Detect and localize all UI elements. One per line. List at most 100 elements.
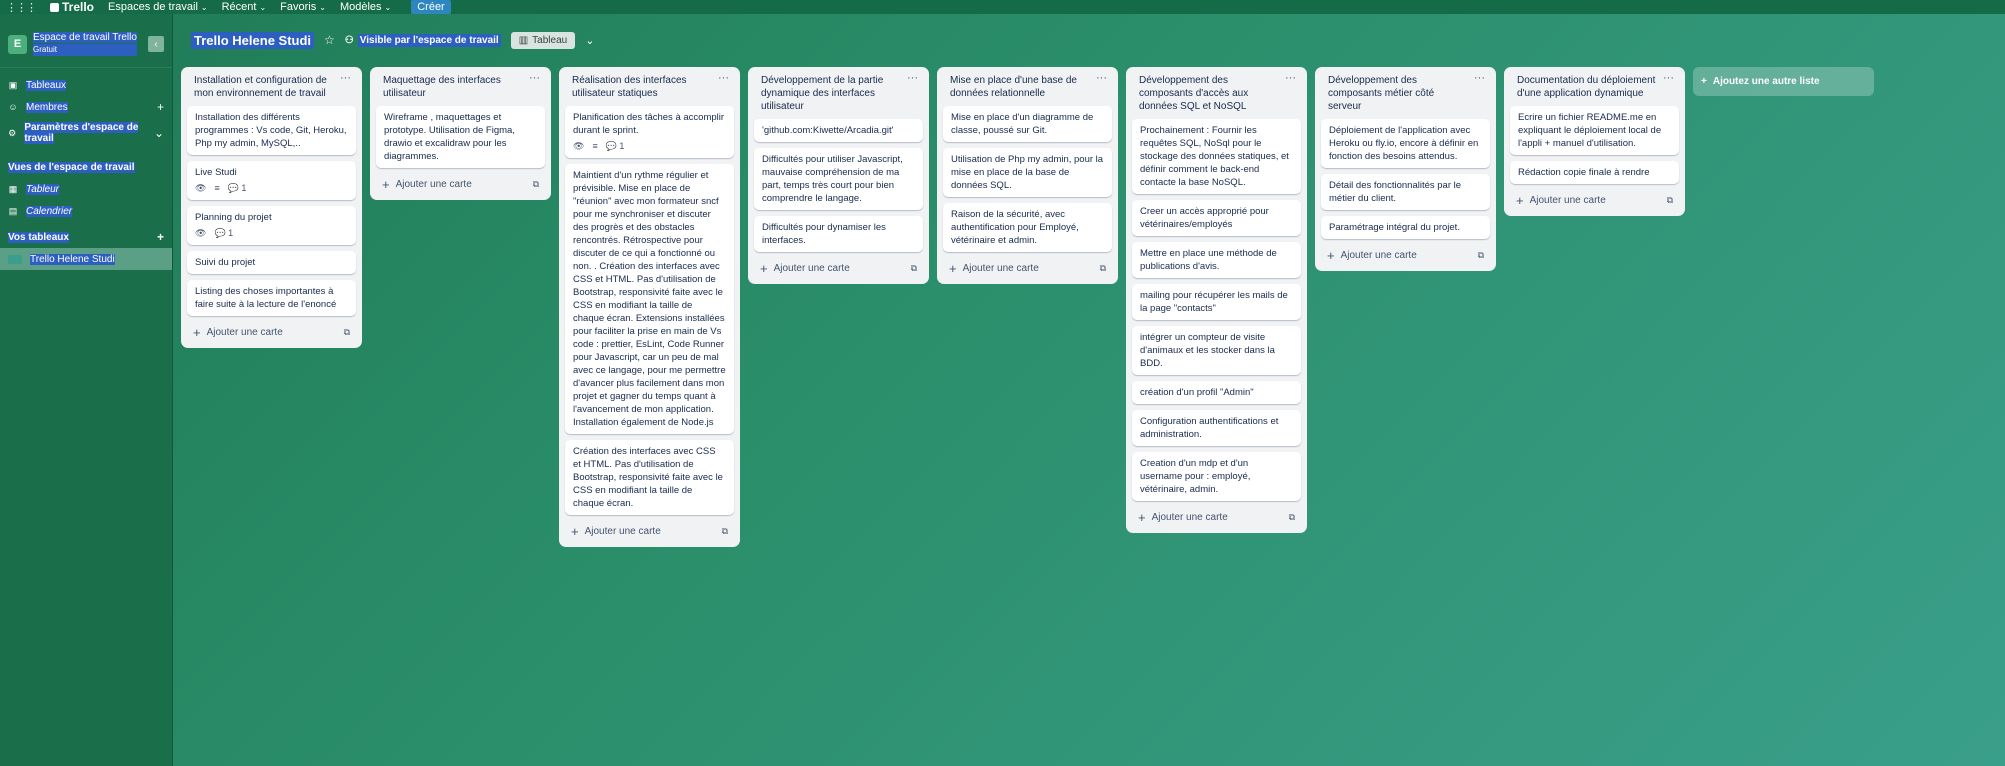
calendar-icon: ▤ [8,205,18,216]
card[interactable]: Maintient d'un rythme régulier et prévis… [565,164,734,434]
top-nav: ⋮⋮⋮ Trello Espaces de travail ⌄ Récent ⌄ F… [0,0,2005,14]
template-icon[interactable]: ⧉ [533,179,539,190]
chevron-down-icon[interactable]: ⌄ [585,34,594,47]
card[interactable]: Wireframe , maquettages et prototype. Ut… [376,106,545,168]
chevron-down-icon[interactable]: ⌄ [154,126,164,140]
add-member-icon[interactable]: + [157,100,164,114]
list-menu-icon[interactable]: ··· [718,73,729,84]
card[interactable]: Création des interfaces avec CSS et HTML… [565,440,734,515]
menu-templates[interactable]: Modèles ⌄ [340,1,391,13]
list-menu-icon[interactable]: ··· [1474,73,1485,84]
add-card-button[interactable]: + Ajouter une carte ⧉ [1132,507,1301,527]
card-text: Wireframe , maquettages et prototype. Ut… [384,112,515,162]
card[interactable]: Difficultés pour utiliser Javascript, ma… [754,148,923,210]
list-title[interactable]: Mise en place d'une base de données rela… [950,74,1092,100]
add-card-button[interactable]: + Ajouter une carte ⧉ [943,258,1112,278]
add-card-button[interactable]: + Ajouter une carte ⧉ [565,521,734,541]
list-title[interactable]: Développement des composants métier côté… [1328,74,1470,113]
list-column[interactable]: Mise en place d'une base de données rela… [937,67,1118,284]
sidebar-item-calendar[interactable]: ▤ Calendrier [0,200,172,222]
card[interactable]: mailing pour récupérer les mails de la p… [1132,284,1301,320]
add-list-button[interactable]: + Ajoutez une autre liste [1693,67,1874,96]
card[interactable]: Planification des tâches à accomplir dur… [565,106,734,158]
card[interactable]: Live Studi 👁 ≡ 💬 1 [187,161,356,200]
card[interactable]: Creation d'un mdp et d'un username pour … [1132,452,1301,501]
add-card-button[interactable]: + Ajouter une carte ⧉ [376,174,545,194]
list-title[interactable]: Documentation du déploiement d'une appli… [1517,74,1659,100]
plus-icon: + [1516,193,1524,208]
list-menu-icon[interactable]: ··· [907,73,918,84]
card[interactable]: Listing des choses importantes à faire s… [187,280,356,316]
visibility-button[interactable]: ⚇ Visible par l'espace de travail [345,33,501,47]
list-header: Mise en place d'une base de données rela… [943,73,1112,106]
add-card-button[interactable]: + Ajouter une carte ⧉ [1321,245,1490,265]
list-title[interactable]: Installation et configuration de mon env… [194,74,336,100]
list-title[interactable]: Développement des composants d'accès aux… [1139,74,1281,113]
list-title[interactable]: Réalisation des interfaces utilisateur s… [572,74,714,100]
list-menu-icon[interactable]: ··· [1096,73,1107,84]
sidebar-board-trello-helene-studi[interactable]: Trello Helene Studi [0,248,172,270]
card[interactable]: Difficultés pour dynamiser les interface… [754,216,923,252]
list-header: Documentation du déploiement d'une appli… [1510,73,1679,106]
card[interactable]: création d'un profil "Admin" [1132,381,1301,404]
app-switcher-icon[interactable]: ⋮⋮⋮ [6,1,37,14]
card[interactable]: Raison de la sécurité, avec authentifica… [943,203,1112,252]
list-menu-icon[interactable]: ··· [529,73,540,84]
list-column[interactable]: Réalisation des interfaces utilisateur s… [559,67,740,547]
template-icon[interactable]: ⧉ [911,263,917,274]
template-icon[interactable]: ⧉ [1289,512,1295,523]
sidebar-item-boards[interactable]: ▣ Tableaux [0,74,172,96]
card[interactable]: intégrer un compteur de visite d'animaux… [1132,326,1301,375]
template-icon[interactable]: ⧉ [1478,250,1484,261]
template-icon[interactable]: ⧉ [1100,263,1106,274]
sidebar-item-settings[interactable]: ⚙ Paramètres d'espace de travail ⌄ [0,118,172,148]
menu-recent[interactable]: Récent ⌄ [222,1,267,13]
menu-workspaces[interactable]: Espaces de travail ⌄ [108,1,208,13]
card[interactable]: Prochainement : Fournir les requêtes SQL… [1132,119,1301,194]
card[interactable]: Déploiement de l'application avec Heroku… [1321,119,1490,168]
list-title[interactable]: Développement de la partie dynamique des… [761,74,903,113]
template-icon[interactable]: ⧉ [722,526,728,537]
add-card-button[interactable]: + Ajouter une carte ⧉ [187,322,356,342]
template-icon[interactable]: ⧉ [344,327,350,338]
card-text: création d'un profil "Admin" [1140,387,1254,398]
list-column[interactable]: Documentation du déploiement d'une appli… [1504,67,1685,216]
sidebar-item-table[interactable]: ▦ Tableur [0,178,172,200]
card[interactable]: Installation des différents programmes :… [187,106,356,155]
workspace-avatar[interactable]: E [8,34,27,54]
trello-logo[interactable]: Trello [50,0,94,14]
list-menu-icon[interactable]: ··· [1285,73,1296,84]
menu-favorites[interactable]: Favoris ⌄ [280,1,326,13]
card[interactable]: Détail des fonctionnalités par le métier… [1321,174,1490,210]
add-card-button[interactable]: + Ajouter une carte ⧉ [1510,190,1679,210]
list-menu-icon[interactable]: ··· [340,73,351,84]
card[interactable]: Paramétrage intégral du projet. [1321,216,1490,239]
card[interactable]: 'github.com:Kiwette/Arcadia.git' [754,119,923,142]
collapse-sidebar-icon[interactable]: ‹ [148,36,164,52]
list-column[interactable]: Développement de la partie dynamique des… [748,67,929,284]
list-title[interactable]: Maquettage des interfaces utilisateur [383,74,525,100]
sidebar-item-members[interactable]: ☺ Membres + [0,96,172,118]
list-column[interactable]: Développement des composants métier côté… [1315,67,1496,271]
card[interactable]: Rédaction copie finale à rendre [1510,161,1679,184]
card[interactable]: Mettre en place une méthode de publicati… [1132,242,1301,278]
card[interactable]: Creer un accès approprié pour vétérinair… [1132,200,1301,236]
card[interactable]: Ecrire un fichier README.me en expliquan… [1510,106,1679,155]
create-button[interactable]: Créer [411,0,451,14]
card[interactable]: Suivi du projet [187,251,356,274]
list-menu-icon[interactable]: ··· [1663,73,1674,84]
workspace-name[interactable]: Espace de travail Trello Gratuit [33,32,137,56]
star-icon[interactable]: ☆ [324,33,335,47]
view-switcher-board[interactable]: ▥ Tableau [510,31,576,49]
list-column[interactable]: Développement des composants d'accès aux… [1126,67,1307,533]
card[interactable]: Mise en place d'un diagramme de classe, … [943,106,1112,142]
card[interactable]: Configuration authentifications et admin… [1132,410,1301,446]
list-column[interactable]: Installation et configuration de mon env… [181,67,362,348]
card[interactable]: Planning du projet 👁 💬 1 [187,206,356,245]
list-column[interactable]: Maquettage des interfaces utilisateur ···… [370,67,551,200]
template-icon[interactable]: ⧉ [1667,195,1673,206]
card[interactable]: Utilisation de Php my admin, pour la mis… [943,148,1112,197]
add-card-button[interactable]: + Ajouter une carte ⧉ [754,258,923,278]
board-title[interactable]: Trello Helene Studi [191,31,315,49]
add-board-icon[interactable]: + [157,230,164,244]
